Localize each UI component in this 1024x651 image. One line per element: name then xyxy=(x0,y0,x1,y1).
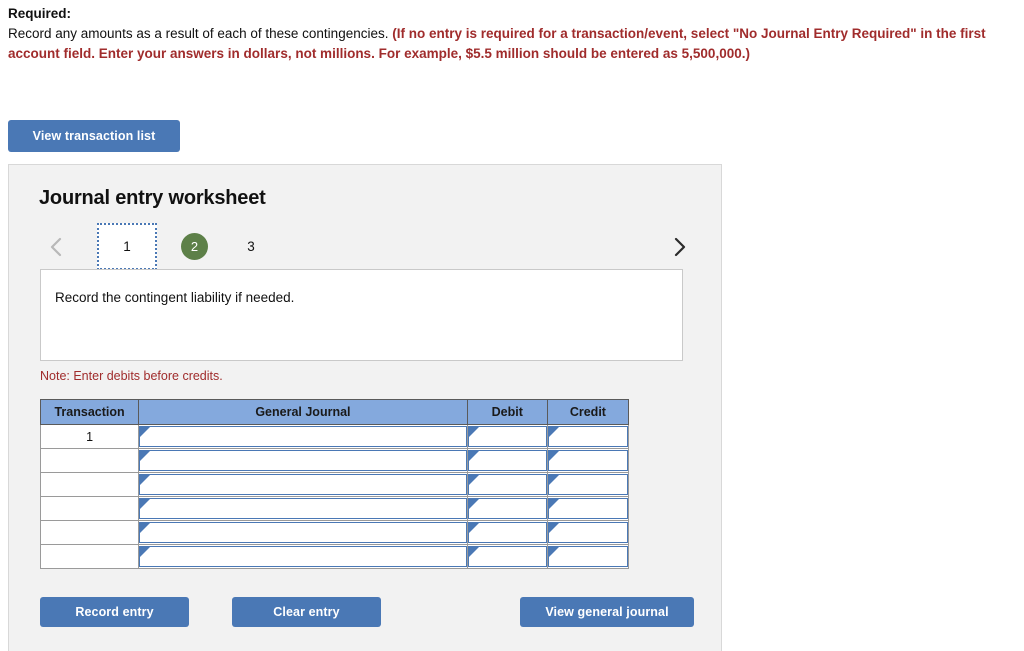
pager-tab-2[interactable]: 2 xyxy=(181,233,208,260)
cell-credit xyxy=(546,424,630,449)
account-select-input[interactable] xyxy=(139,450,467,471)
record-entry-button[interactable]: Record entry xyxy=(40,597,189,627)
column-header-transaction: Transaction xyxy=(39,399,140,425)
cell-transaction xyxy=(39,520,140,545)
cell-general-journal xyxy=(138,520,468,545)
cell-general-journal xyxy=(138,424,468,449)
account-select-input[interactable] xyxy=(139,474,467,495)
debit-amount-input[interactable] xyxy=(467,426,547,447)
debit-amount-input[interactable] xyxy=(467,450,547,471)
cell-general-journal xyxy=(138,472,468,497)
table-row xyxy=(39,496,630,521)
pager-tab-3-label: 3 xyxy=(247,239,255,254)
credit-amount-input[interactable] xyxy=(547,546,628,567)
cell-debit xyxy=(466,520,548,545)
journal-entry-table: Transaction General Journal Debit Credit… xyxy=(39,399,630,569)
debits-before-credits-note: Note: Enter debits before credits. xyxy=(40,369,223,383)
column-header-credit: Credit xyxy=(546,399,630,425)
clear-entry-button[interactable]: Clear entry xyxy=(232,597,381,627)
cell-debit xyxy=(466,472,548,497)
table-row xyxy=(39,448,630,473)
pager-tab-1[interactable]: 1 xyxy=(97,223,157,270)
cell-credit xyxy=(546,448,630,473)
table-row: 1 xyxy=(39,424,630,449)
pager-prev-button[interactable] xyxy=(43,232,69,262)
cell-transaction xyxy=(39,496,140,521)
credit-amount-input[interactable] xyxy=(547,426,628,447)
cell-transaction: 1 xyxy=(39,424,140,449)
credit-amount-input[interactable] xyxy=(547,474,628,495)
pager-tab-3[interactable]: 3 xyxy=(237,233,265,260)
chevron-right-icon xyxy=(672,236,686,258)
pager-tab-1-label: 1 xyxy=(123,239,131,254)
chevron-left-icon xyxy=(49,236,63,258)
journal-entry-worksheet-panel: Journal entry worksheet 1 2 3 Record the… xyxy=(8,164,722,651)
pager-next-button[interactable] xyxy=(666,232,692,262)
worksheet-prompt-text: Record the contingent liability if neede… xyxy=(55,290,295,305)
credit-amount-input[interactable] xyxy=(547,498,628,519)
account-select-input[interactable] xyxy=(139,546,467,567)
cell-transaction xyxy=(39,472,140,497)
cell-transaction xyxy=(39,448,140,473)
cell-transaction xyxy=(39,544,140,569)
cell-debit xyxy=(466,448,548,473)
debit-amount-input[interactable] xyxy=(467,522,547,543)
table-row xyxy=(39,472,630,497)
account-select-input[interactable] xyxy=(139,426,467,447)
pager-tab-2-label: 2 xyxy=(190,239,199,254)
page-title: Journal entry worksheet xyxy=(39,187,266,209)
column-header-debit: Debit xyxy=(466,399,548,425)
cell-credit xyxy=(546,520,630,545)
debit-amount-input[interactable] xyxy=(467,498,547,519)
cell-debit xyxy=(466,544,548,569)
required-body: Record any amounts as a result of each o… xyxy=(8,24,1014,64)
worksheet-prompt-box: Record the contingent liability if neede… xyxy=(40,269,683,361)
cell-debit xyxy=(466,496,548,521)
cell-general-journal xyxy=(138,496,468,521)
cell-general-journal xyxy=(138,544,468,569)
required-body-plain: Record any amounts as a result of each o… xyxy=(8,26,389,41)
cell-credit xyxy=(546,472,630,497)
view-transaction-list-button[interactable]: View transaction list xyxy=(8,120,180,152)
cell-debit xyxy=(466,424,548,449)
view-general-journal-button[interactable]: View general journal xyxy=(520,597,694,627)
cell-credit xyxy=(546,496,630,521)
cell-general-journal xyxy=(138,448,468,473)
debit-amount-input[interactable] xyxy=(467,474,547,495)
column-header-general-journal: General Journal xyxy=(138,399,468,425)
table-row xyxy=(39,520,630,545)
credit-amount-input[interactable] xyxy=(547,450,628,471)
credit-amount-input[interactable] xyxy=(547,522,628,543)
account-select-input[interactable] xyxy=(139,498,467,519)
required-label: Required: xyxy=(8,6,72,21)
cell-credit xyxy=(546,544,630,569)
required-instructions: Required: Record any amounts as a result… xyxy=(8,4,1014,64)
worksheet-pager: 1 2 3 xyxy=(39,223,694,272)
debit-amount-input[interactable] xyxy=(467,546,547,567)
table-row xyxy=(39,544,630,569)
table-header-row: Transaction General Journal Debit Credit xyxy=(39,399,630,425)
account-select-input[interactable] xyxy=(139,522,467,543)
